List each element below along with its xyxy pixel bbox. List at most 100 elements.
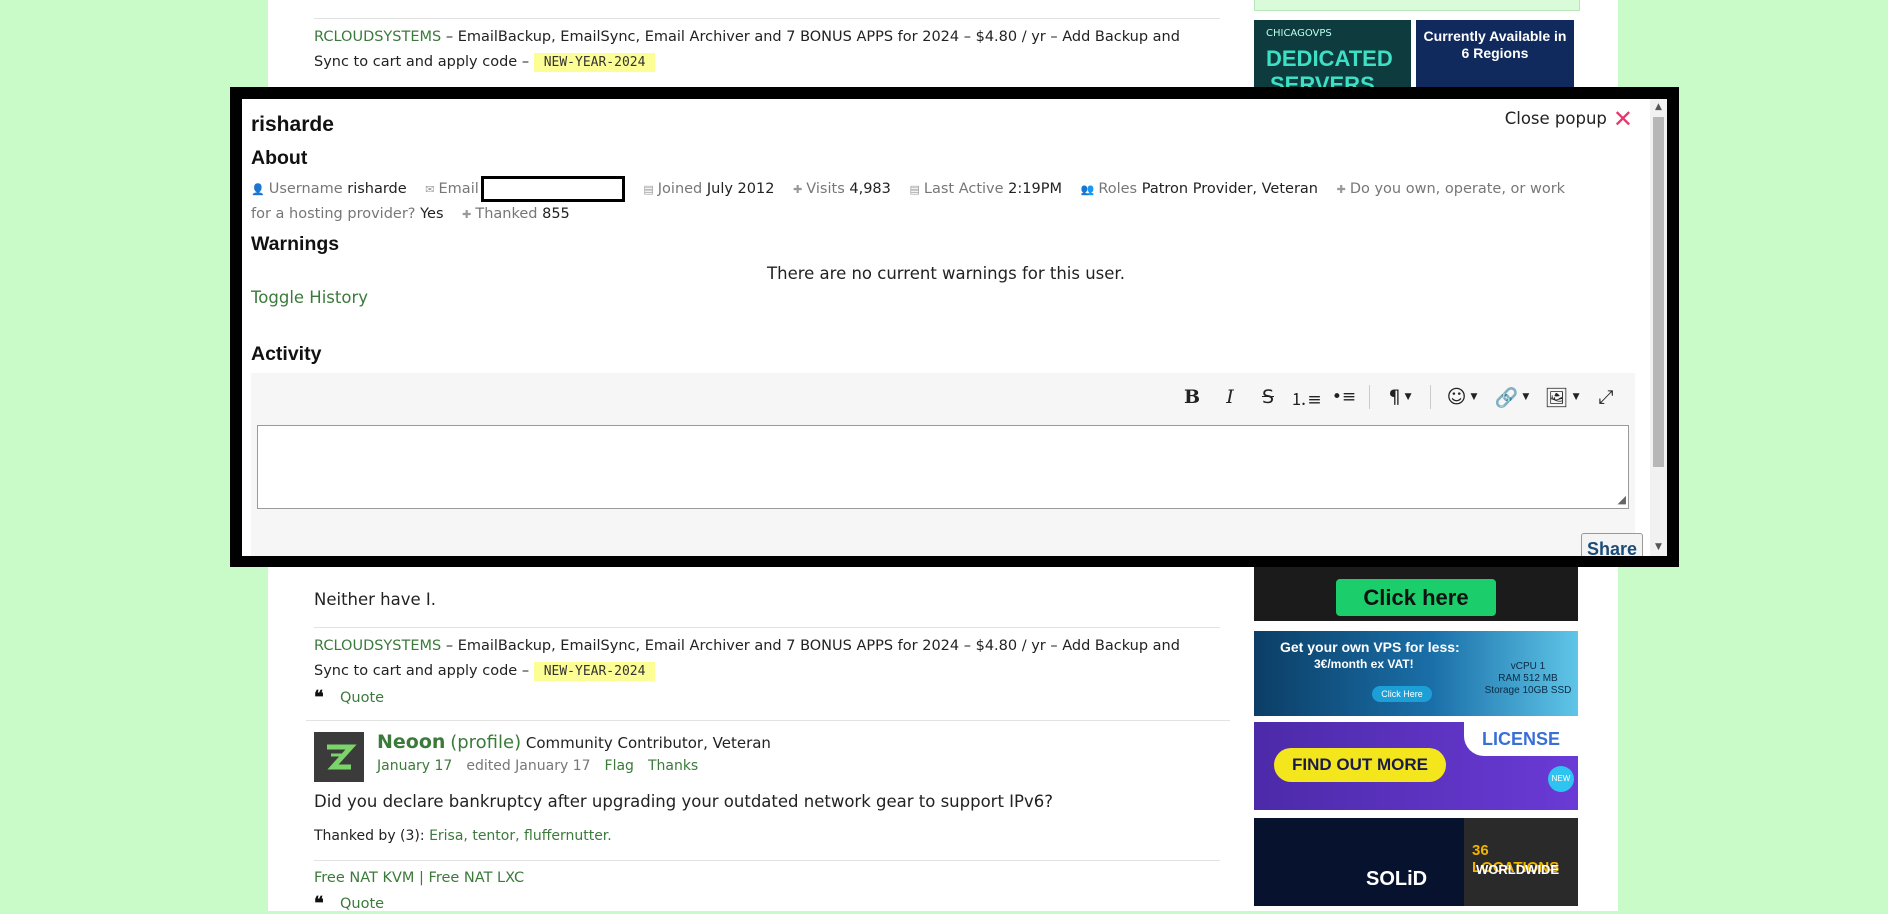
thanked-by-users[interactable]: Erisa, tentor, fluffernutter. (429, 828, 612, 844)
resize-handle-icon[interactable]: ◢ (1618, 493, 1626, 506)
expand-icon: ⤢ (1598, 386, 1614, 408)
vps-cta-button[interactable]: Click Here (1372, 686, 1432, 702)
joined-label: Joined (657, 181, 703, 197)
vps-spec-storage: Storage 10GB SSD (1484, 685, 1572, 696)
clock-icon: ▤ (909, 183, 920, 196)
vps-headline: Get your own VPS for less: (1280, 639, 1460, 655)
ad-solid[interactable]: SOLiD 36 LOCATIONS WORLDWIDE (1254, 818, 1578, 906)
divider (314, 627, 1220, 628)
chicagovps-line2: SERVERS (1270, 72, 1375, 88)
italic-icon: I (1226, 386, 1234, 408)
toggle-history-link[interactable]: Toggle History (251, 288, 368, 307)
chevron-down-icon: ▼ (1522, 392, 1530, 402)
chicagovps-brand: CHICAGOVPS (1266, 28, 1332, 39)
editor-toolbar: B I S ⒈≡ •≡ ¶ ▼ ☺ ▼ 🔗 ▼ 🖼 ▼ ⤢ (1173, 379, 1625, 415)
popup-username: risharde (251, 113, 334, 136)
popup-scrollbar[interactable]: ▲ ▼ (1650, 99, 1667, 556)
author-profile-link[interactable]: (profile) (450, 732, 521, 753)
close-icon[interactable]: ✕ (1613, 107, 1633, 131)
user-icon: 👤 (251, 183, 265, 196)
paragraph-format-button[interactable]: ¶ ▼ (1376, 380, 1424, 414)
thanked-icon: ✚ (462, 208, 472, 221)
scroll-down-icon[interactable]: ▼ (1650, 539, 1667, 556)
close-popup-label: Close popup (1504, 109, 1607, 128)
thanks-link[interactable]: Thanks (648, 758, 698, 774)
bullet-list-icon: •≡ (1331, 387, 1357, 407)
bold-icon: B (1183, 386, 1201, 408)
ad-license[interactable]: FIND OUT MORE LICENSE NEW (1254, 722, 1578, 810)
license-brand: LICENSE (1464, 722, 1578, 756)
solid-brand: SOLiD (1366, 868, 1428, 890)
smiley-icon: ☺ (1446, 386, 1467, 408)
signature-link-kvm[interactable]: Free NAT KVM (314, 870, 414, 886)
activity-heading: Activity (251, 343, 322, 365)
license-cta-button[interactable]: FIND OUT MORE (1274, 748, 1446, 782)
about-heading: About (251, 147, 308, 169)
no-warnings-text: There are no current warnings for this u… (767, 264, 1125, 283)
share-button[interactable]: Share (1581, 533, 1643, 556)
toolbar-separator (1430, 385, 1431, 409)
sidebar-top-strip (1254, 0, 1580, 11)
author-name-link[interactable]: Neoon (377, 731, 445, 753)
link-button[interactable]: 🔗 ▼ (1487, 380, 1537, 414)
ad-click-here[interactable]: Click here (1254, 566, 1578, 621)
activity-textarea[interactable]: ◢ (257, 425, 1629, 509)
regions-text: Currently Available in 6 Regions (1423, 28, 1567, 61)
thanked-label: Thanked (475, 206, 538, 222)
bold-button[interactable]: B (1173, 380, 1211, 414)
quote-label: Quote (340, 689, 385, 706)
chicagovps-line1: DEDICATED (1266, 46, 1393, 71)
emoji-button[interactable]: ☺ ▼ (1437, 380, 1487, 414)
divider (314, 860, 1220, 861)
post-signature: RCLOUDSYSTEMS – EmailBackup, EmailSync, … (314, 634, 1214, 684)
ad-chicagovps[interactable]: CHICAGOVPS DEDICATED SERVERS (1254, 20, 1411, 88)
thanked-by-label: Thanked by (3): (314, 828, 425, 844)
popup-frame: risharde Close popup ✕ About 👤 Username r… (230, 87, 1679, 567)
vps-spec-cpu: vCPU 1 (1510, 661, 1546, 672)
neoon-avatar-icon (327, 744, 357, 770)
post-divider (306, 720, 1230, 721)
thanked-by: Thanked by (3): Erisa, tentor, fluffernu… (314, 824, 1214, 849)
strikethrough-button[interactable]: S (1249, 380, 1287, 414)
visits-icon: ✚ (793, 183, 803, 196)
signature-brand-link[interactable]: RCLOUDSYSTEMS (314, 29, 441, 45)
roles-value: Patron Provider, Veteran (1141, 181, 1318, 197)
vps-spec-ram: RAM 512 MB (1498, 673, 1558, 684)
roles-label: Roles (1098, 181, 1138, 197)
last-active-value: 2:19PM (1008, 181, 1062, 197)
quote-label: Quote (340, 895, 385, 912)
roles-icon: 👥 (1080, 183, 1095, 196)
ordered-list-button[interactable]: ⒈≡ (1287, 380, 1325, 414)
image-button[interactable]: 🖼 ▼ (1537, 380, 1587, 414)
signature-brand-link[interactable]: RCLOUDSYSTEMS (314, 638, 441, 654)
username-value: risharde (347, 181, 407, 197)
fullscreen-button[interactable]: ⤢ (1587, 380, 1625, 414)
chevron-down-icon: ▼ (1404, 392, 1412, 402)
post-date-link[interactable]: January 17 (377, 758, 452, 774)
close-popup-button[interactable]: Close popup ✕ (1504, 107, 1633, 131)
click-here-button[interactable]: Click here (1336, 579, 1496, 616)
visits-value: 4,983 (849, 181, 891, 197)
post-author: Neoon (profile) Community Contributor, V… (377, 731, 771, 753)
avatar[interactable] (314, 732, 364, 782)
ad-regions[interactable]: Currently Available in 6 Regions (1416, 20, 1574, 88)
username-label: Username (268, 181, 343, 197)
chevron-down-icon: ▼ (1470, 392, 1478, 402)
italic-button[interactable]: I (1211, 380, 1249, 414)
image-icon: 🖼 (1544, 386, 1569, 409)
flag-link[interactable]: Flag (605, 758, 634, 774)
strikethrough-icon: S (1261, 386, 1275, 408)
license-new-badge: NEW (1548, 766, 1574, 792)
divider (314, 18, 1220, 19)
activity-editor: B I S ⒈≡ •≡ ¶ ▼ ☺ ▼ 🔗 ▼ 🖼 ▼ ⤢ ◢ Share (251, 373, 1643, 556)
bullet-list-button[interactable]: •≡ (1325, 380, 1363, 414)
ad-vps-offer[interactable]: Get your own VPS for less: 3€/month ex V… (1254, 631, 1578, 716)
quote-button[interactable]: ❝ Quote (314, 687, 384, 708)
scroll-up-icon[interactable]: ▲ (1650, 99, 1667, 116)
joined-value: July 2012 (706, 181, 775, 197)
scrollbar-thumb[interactable] (1653, 117, 1664, 467)
question-icon: ✚ (1336, 183, 1346, 196)
link-icon: 🔗 (1494, 386, 1519, 409)
promo-code: NEW-YEAR-2024 (533, 662, 656, 681)
signature-link-lxc[interactable]: Free NAT LXC (429, 870, 525, 886)
